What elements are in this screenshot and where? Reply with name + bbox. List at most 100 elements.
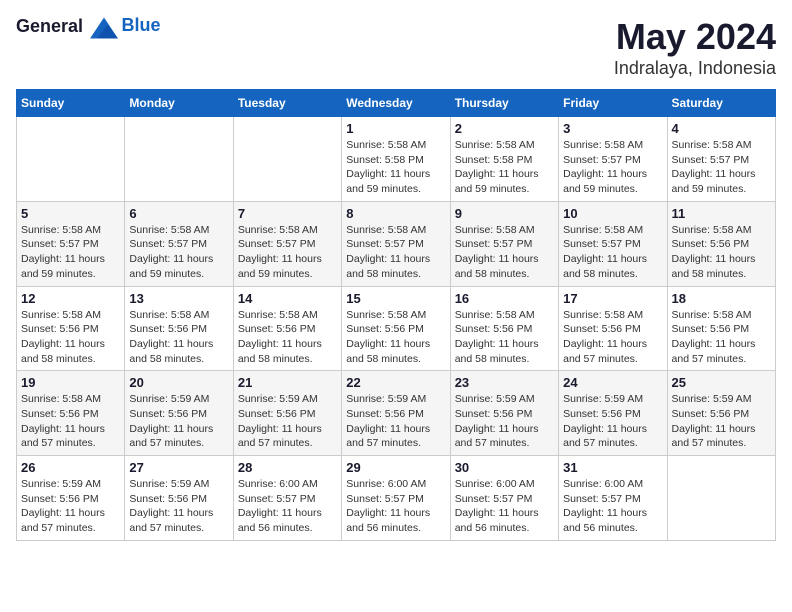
calendar-cell: 6 Sunrise: 5:58 AM Sunset: 5:57 PM Daylig… bbox=[125, 201, 233, 286]
calendar-cell: 21Sunrise: 5:59 AM Sunset: 5:56 PM Dayli… bbox=[233, 371, 341, 456]
logo-text-general: General bbox=[16, 16, 83, 36]
day-number: 19 bbox=[21, 375, 120, 390]
calendar-cell: 1 Sunrise: 5:58 AM Sunset: 5:58 PM Daylig… bbox=[342, 117, 450, 202]
weekday-header-row: SundayMondayTuesdayWednesdayThursdayFrid… bbox=[17, 90, 776, 117]
calendar-cell: 12 Sunrise: 5:58 AM Sunset: 5:56 PM Dayli… bbox=[17, 286, 125, 371]
calendar-cell: 2 Sunrise: 5:58 AM Sunset: 5:58 PM Daylig… bbox=[450, 117, 558, 202]
calendar-cell: 26Sunrise: 5:59 AM Sunset: 5:56 PM Dayli… bbox=[17, 456, 125, 541]
logo: General Blue bbox=[16, 16, 161, 39]
day-info: Sunrise: 6:00 AM Sunset: 5:57 PM Dayligh… bbox=[346, 477, 445, 536]
day-number: 5 bbox=[21, 206, 120, 221]
day-number: 24 bbox=[563, 375, 662, 390]
day-info: Sunrise: 5:58 AM Sunset: 5:56 PM Dayligh… bbox=[21, 308, 120, 367]
weekday-header-monday: Monday bbox=[125, 90, 233, 117]
calendar-cell: 3Sunrise: 5:58 AM Sunset: 5:57 PM Daylig… bbox=[559, 117, 667, 202]
day-info: Sunrise: 5:58 AM Sunset: 5:57 PM Dayligh… bbox=[238, 223, 337, 282]
calendar-cell bbox=[667, 456, 775, 541]
day-info: Sunrise: 5:58 AM Sunset: 5:57 PM Dayligh… bbox=[129, 223, 228, 282]
day-number: 29 bbox=[346, 460, 445, 475]
calendar-cell: 11Sunrise: 5:58 AM Sunset: 5:56 PM Dayli… bbox=[667, 201, 775, 286]
day-info: Sunrise: 5:59 AM Sunset: 5:56 PM Dayligh… bbox=[455, 392, 554, 451]
logo-text-blue: Blue bbox=[122, 15, 161, 36]
day-number: 30 bbox=[455, 460, 554, 475]
calendar-cell: 22 Sunrise: 5:59 AM Sunset: 5:56 PM Dayli… bbox=[342, 371, 450, 456]
calendar-cell: 30 Sunrise: 6:00 AM Sunset: 5:57 PM Dayli… bbox=[450, 456, 558, 541]
day-number: 17 bbox=[563, 291, 662, 306]
day-number: 20 bbox=[129, 375, 228, 390]
day-info: Sunrise: 6:00 AM Sunset: 5:57 PM Dayligh… bbox=[563, 477, 662, 536]
day-number: 8 bbox=[346, 206, 445, 221]
day-number: 31 bbox=[563, 460, 662, 475]
day-info: Sunrise: 5:58 AM Sunset: 5:58 PM Dayligh… bbox=[346, 138, 445, 197]
day-info: Sunrise: 5:58 AM Sunset: 5:56 PM Dayligh… bbox=[238, 308, 337, 367]
day-number: 18 bbox=[672, 291, 771, 306]
day-number: 1 bbox=[346, 121, 445, 136]
calendar-cell bbox=[125, 117, 233, 202]
weekday-header-friday: Friday bbox=[559, 90, 667, 117]
calendar-cell: 18 Sunrise: 5:58 AM Sunset: 5:56 PM Dayli… bbox=[667, 286, 775, 371]
day-info: Sunrise: 5:58 AM Sunset: 5:57 PM Dayligh… bbox=[346, 223, 445, 282]
calendar-cell: 19 Sunrise: 5:58 AM Sunset: 5:56 PM Dayli… bbox=[17, 371, 125, 456]
month-title: May 2024 bbox=[614, 16, 776, 58]
calendar-cell: 24 Sunrise: 5:59 AM Sunset: 5:56 PM Dayli… bbox=[559, 371, 667, 456]
calendar-cell: 17 Sunrise: 5:58 AM Sunset: 5:56 PM Dayli… bbox=[559, 286, 667, 371]
day-number: 12 bbox=[21, 291, 120, 306]
calendar-cell: 4 Sunrise: 5:58 AM Sunset: 5:57 PM Daylig… bbox=[667, 117, 775, 202]
day-info: Sunrise: 5:58 AM Sunset: 5:56 PM Dayligh… bbox=[563, 308, 662, 367]
day-info: Sunrise: 5:59 AM Sunset: 5:56 PM Dayligh… bbox=[129, 477, 228, 536]
calendar-cell: 10Sunrise: 5:58 AM Sunset: 5:57 PM Dayli… bbox=[559, 201, 667, 286]
day-info: Sunrise: 6:00 AM Sunset: 5:57 PM Dayligh… bbox=[238, 477, 337, 536]
calendar-cell: 23 Sunrise: 5:59 AM Sunset: 5:56 PM Dayli… bbox=[450, 371, 558, 456]
calendar-week-row: 1 Sunrise: 5:58 AM Sunset: 5:58 PM Daylig… bbox=[17, 117, 776, 202]
day-info: Sunrise: 5:58 AM Sunset: 5:56 PM Dayligh… bbox=[21, 392, 120, 451]
day-info: Sunrise: 5:59 AM Sunset: 5:56 PM Dayligh… bbox=[563, 392, 662, 451]
day-number: 4 bbox=[672, 121, 771, 136]
calendar-cell: 16Sunrise: 5:58 AM Sunset: 5:56 PM Dayli… bbox=[450, 286, 558, 371]
weekday-header-saturday: Saturday bbox=[667, 90, 775, 117]
day-info: Sunrise: 5:59 AM Sunset: 5:56 PM Dayligh… bbox=[672, 392, 771, 451]
weekday-header-tuesday: Tuesday bbox=[233, 90, 341, 117]
day-number: 7 bbox=[238, 206, 337, 221]
calendar-week-row: 26 Sunrise: 5:59 AM Sunset: 5:56 PM Dayli… bbox=[17, 456, 776, 541]
day-info: Sunrise: 5:58 AM Sunset: 5:57 PM Dayligh… bbox=[672, 138, 771, 197]
day-number: 25 bbox=[672, 375, 771, 390]
day-info: Sunrise: 5:58 AM Sunset: 5:56 PM Dayligh… bbox=[455, 308, 554, 367]
calendar-cell: 28 Sunrise: 6:00 AM Sunset: 5:57 PM Dayli… bbox=[233, 456, 341, 541]
day-number: 23 bbox=[455, 375, 554, 390]
weekday-header-sunday: Sunday bbox=[17, 90, 125, 117]
calendar-cell: 15Sunrise: 5:58 AM Sunset: 5:56 PM Dayli… bbox=[342, 286, 450, 371]
day-number: 2 bbox=[455, 121, 554, 136]
calendar-cell: 31 Sunrise: 6:00 AM Sunset: 5:57 PM Dayli… bbox=[559, 456, 667, 541]
calendar-cell: 27 Sunrise: 5:59 AM Sunset: 5:56 PM Dayli… bbox=[125, 456, 233, 541]
calendar-week-row: 5 Sunrise: 5:58 AM Sunset: 5:57 PM Daylig… bbox=[17, 201, 776, 286]
day-number: 6 bbox=[129, 206, 228, 221]
day-info: Sunrise: 5:59 AM Sunset: 5:56 PM Dayligh… bbox=[129, 392, 228, 451]
day-number: 9 bbox=[455, 206, 554, 221]
day-number: 15 bbox=[346, 291, 445, 306]
calendar-table: SundayMondayTuesdayWednesdayThursdayFrid… bbox=[16, 89, 776, 541]
calendar-cell: 29 Sunrise: 6:00 AM Sunset: 5:57 PM Dayli… bbox=[342, 456, 450, 541]
day-info: Sunrise: 5:58 AM Sunset: 5:57 PM Dayligh… bbox=[21, 223, 120, 282]
day-info: Sunrise: 6:00 AM Sunset: 5:57 PM Dayligh… bbox=[455, 477, 554, 536]
day-number: 14 bbox=[238, 291, 337, 306]
day-number: 10 bbox=[563, 206, 662, 221]
day-info: Sunrise: 5:59 AM Sunset: 5:56 PM Dayligh… bbox=[346, 392, 445, 451]
title-area: May 2024 Indralaya, Indonesia bbox=[614, 16, 776, 79]
calendar-cell bbox=[17, 117, 125, 202]
day-info: Sunrise: 5:58 AM Sunset: 5:56 PM Dayligh… bbox=[672, 308, 771, 367]
day-info: Sunrise: 5:58 AM Sunset: 5:57 PM Dayligh… bbox=[563, 138, 662, 197]
day-info: Sunrise: 5:58 AM Sunset: 5:56 PM Dayligh… bbox=[672, 223, 771, 282]
day-number: 27 bbox=[129, 460, 228, 475]
calendar-cell: 13Sunrise: 5:58 AM Sunset: 5:56 PM Dayli… bbox=[125, 286, 233, 371]
day-info: Sunrise: 5:58 AM Sunset: 5:56 PM Dayligh… bbox=[129, 308, 228, 367]
day-info: Sunrise: 5:58 AM Sunset: 5:58 PM Dayligh… bbox=[455, 138, 554, 197]
day-number: 26 bbox=[21, 460, 120, 475]
location-title: Indralaya, Indonesia bbox=[614, 58, 776, 79]
calendar-cell: 5 Sunrise: 5:58 AM Sunset: 5:57 PM Daylig… bbox=[17, 201, 125, 286]
calendar-cell bbox=[233, 117, 341, 202]
day-info: Sunrise: 5:59 AM Sunset: 5:56 PM Dayligh… bbox=[238, 392, 337, 451]
day-number: 22 bbox=[346, 375, 445, 390]
calendar-cell: 8 Sunrise: 5:58 AM Sunset: 5:57 PM Daylig… bbox=[342, 201, 450, 286]
calendar-cell: 9Sunrise: 5:58 AM Sunset: 5:57 PM Daylig… bbox=[450, 201, 558, 286]
day-number: 28 bbox=[238, 460, 337, 475]
